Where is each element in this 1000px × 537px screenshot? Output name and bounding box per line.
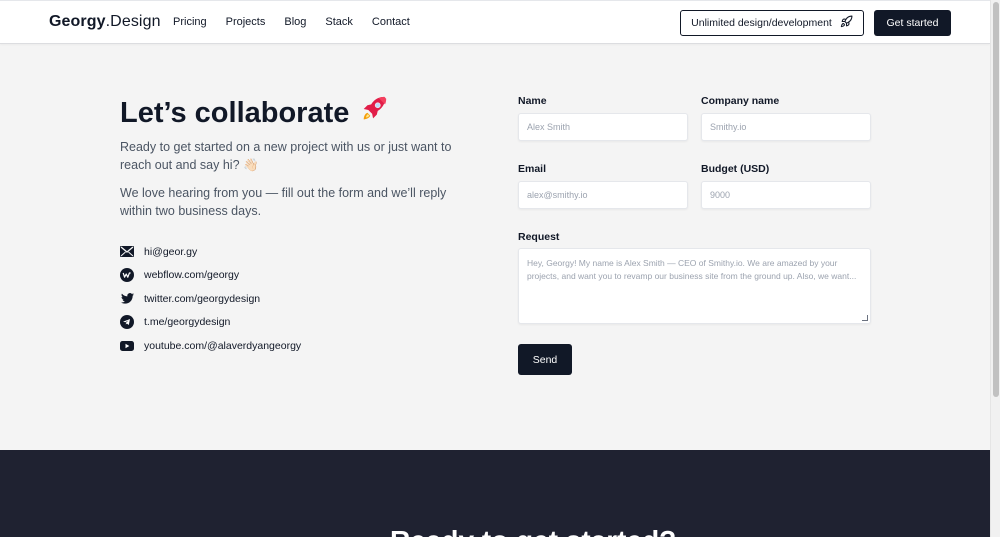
contact-twitter-text: twitter.com/georgydesign (144, 292, 261, 305)
unlimited-design-button[interactable]: Unlimited design/development (680, 10, 864, 36)
get-started-button[interactable]: Get started (874, 10, 951, 36)
twitter-icon (120, 292, 134, 306)
intro-paragraph-2: We love hearing from you — fill out the … (120, 186, 447, 218)
webflow-icon (120, 268, 134, 283)
budget-input[interactable]: 9000 (701, 181, 871, 209)
nav-link-blog[interactable]: Blog (284, 16, 306, 28)
contact-list: hi@geor.gy webflow.com/georgy twitter.co… (120, 240, 301, 358)
main-nav: Pricing Projects Blog Stack Contact (173, 16, 429, 28)
resize-grip-icon[interactable] (862, 315, 868, 321)
nav-link-pricing[interactable]: Pricing (173, 16, 207, 28)
logo-suffix: .Design (105, 13, 161, 30)
budget-label: Budget (USD) (701, 163, 770, 175)
page-title-text: Let’s collaborate (120, 96, 350, 129)
rocket-outline-icon (840, 15, 853, 31)
contact-webflow-text: webflow.com/georgy (144, 269, 240, 282)
contact-email[interactable]: hi@geor.gy (120, 240, 301, 264)
intro-paragraph-1: Ready to get started on a new project wi… (120, 140, 452, 172)
cta-section: Ready to get started? (0, 450, 990, 537)
page-scrollbar[interactable] (990, 0, 1000, 537)
telegram-icon (120, 315, 134, 330)
youtube-icon (120, 339, 134, 353)
request-label: Request (518, 231, 560, 243)
contact-twitter[interactable]: twitter.com/georgydesign (120, 287, 301, 311)
contact-email-text: hi@geor.gy (144, 245, 198, 258)
contact-webflow[interactable]: webflow.com/georgy (120, 264, 301, 288)
intro-text: Ready to get started on a new project wi… (120, 138, 480, 230)
rocket-icon (359, 94, 389, 132)
logo[interactable]: Georgy.Design (49, 13, 161, 31)
nav-link-contact[interactable]: Contact (372, 16, 410, 28)
unlimited-design-label: Unlimited design/development (691, 17, 832, 29)
request-placeholder: Hey, Georgy! My name is Alex Smith — CEO… (527, 258, 857, 281)
contact-telegram-text: t.me/georgydesign (144, 316, 231, 329)
email-input[interactable]: alex@smithy.io (518, 181, 688, 209)
page-title: Let’s collaborate (120, 94, 389, 132)
nav-link-projects[interactable]: Projects (226, 16, 266, 28)
company-input[interactable]: Smithy.io (701, 113, 871, 141)
page: Georgy.Design Pricing Projects Blog Stac… (0, 0, 1000, 537)
name-label: Name (518, 95, 547, 107)
cta-heading: Ready to get started? (390, 525, 676, 537)
site-header: Georgy.Design Pricing Projects Blog Stac… (0, 0, 990, 44)
contact-telegram[interactable]: t.me/georgydesign (120, 311, 301, 335)
contact-youtube[interactable]: youtube.com/@alaverdyangeorgy (120, 334, 301, 358)
name-input[interactable]: Alex Smith (518, 113, 688, 141)
request-textarea[interactable]: Hey, Georgy! My name is Alex Smith — CEO… (518, 248, 871, 324)
company-label: Company name (701, 95, 780, 107)
email-label: Email (518, 163, 547, 175)
nav-link-stack[interactable]: Stack (325, 16, 353, 28)
scrollbar-thumb[interactable] (993, 2, 999, 397)
logo-main: Georgy (49, 13, 106, 30)
send-button[interactable]: Send (518, 344, 572, 375)
contact-youtube-text: youtube.com/@alaverdyangeorgy (144, 339, 302, 352)
email-icon (120, 245, 134, 259)
